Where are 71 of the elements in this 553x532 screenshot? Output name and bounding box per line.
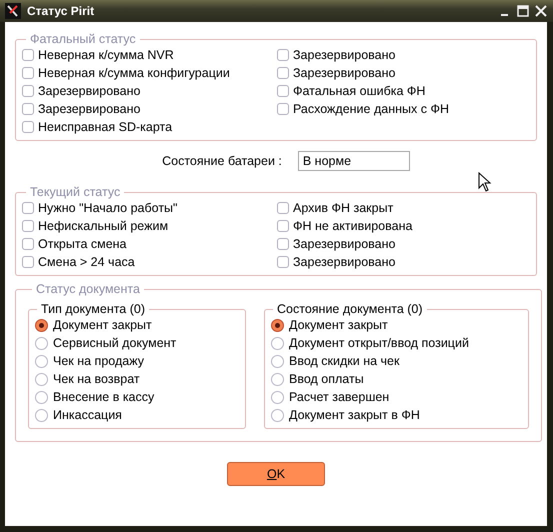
radio-button[interactable] — [35, 336, 48, 350]
ok-button[interactable]: OK — [227, 462, 325, 486]
checkbox[interactable] — [22, 220, 34, 232]
checkbox-label: Неверная к/сумма NVR — [38, 48, 174, 62]
group-title: Состояние документа (0) — [276, 302, 424, 316]
group-title: Фатальный статус — [29, 32, 137, 46]
checkbox-label: Смена > 24 часа — [38, 255, 135, 269]
checkbox[interactable] — [22, 256, 34, 268]
radio-label: Расчет завершен — [289, 390, 390, 404]
checkbox-label: Открыта смена — [38, 237, 127, 251]
checkbox[interactable] — [22, 202, 34, 214]
radio-button[interactable] — [35, 372, 48, 386]
radio-button[interactable] — [271, 408, 284, 422]
radio-label: Инкассация — [53, 408, 122, 422]
radio-button[interactable] — [271, 390, 284, 404]
checkbox[interactable] — [277, 103, 289, 115]
cursor-icon — [478, 172, 492, 192]
radio-button[interactable] — [271, 354, 284, 368]
checkbox[interactable] — [22, 85, 34, 97]
checkbox[interactable] — [277, 49, 289, 61]
checkbox[interactable] — [277, 67, 289, 79]
radio-label: Документ закрыт в ФН — [289, 408, 420, 422]
radio-label: Ввод оплаты — [289, 372, 364, 386]
checkbox-label: Нужно "Начало работы" — [38, 201, 178, 215]
checkbox-label: Зарезервировано — [293, 66, 396, 80]
radio-button[interactable] — [271, 336, 284, 350]
checkbox-label: Зарезервировано — [293, 237, 396, 251]
radio-label: Чек на возврат — [53, 372, 140, 386]
radio-button[interactable] — [35, 318, 48, 332]
checkbox[interactable] — [277, 238, 289, 250]
field-label: Состояние батареи : — [162, 154, 282, 168]
close-icon[interactable] — [535, 5, 547, 17]
checkbox[interactable] — [277, 202, 289, 214]
checkbox[interactable] — [277, 220, 289, 232]
checkbox[interactable] — [22, 49, 34, 61]
checkbox-label: Зарезервировано — [38, 84, 140, 98]
tools-icon — [5, 3, 21, 19]
checkbox-label: Архив ФН закрыт — [293, 201, 394, 215]
radio-label: Документ открыт/ввод позиций — [289, 336, 469, 350]
radio-label: Документ закрыт — [289, 318, 388, 332]
checkbox-label: Зарезервировано — [38, 102, 140, 116]
radio-label: Ввод скидки на чек — [289, 354, 400, 368]
checkbox[interactable] — [22, 238, 34, 250]
group-title: Статус документа — [35, 282, 141, 296]
radio-label: Внесение в кассу — [53, 390, 154, 404]
checkbox-label: Зарезервировано — [293, 255, 396, 269]
checkbox-label: Зарезервировано — [293, 48, 396, 62]
checkbox[interactable] — [22, 121, 34, 133]
radio-label: Чек на продажу — [53, 354, 144, 368]
checkbox[interactable] — [22, 103, 34, 115]
checkbox[interactable] — [22, 67, 34, 79]
maximize-icon[interactable] — [517, 5, 529, 17]
checkbox[interactable] — [277, 85, 289, 97]
radio-button[interactable] — [35, 408, 48, 422]
window-title: Статус Pirit — [27, 4, 96, 18]
radio-button[interactable] — [35, 354, 48, 368]
checkbox-label: Неисправная SD-карта — [38, 120, 172, 134]
checkbox[interactable] — [277, 256, 289, 268]
checkbox-label: ФН не активирована — [293, 219, 412, 233]
checkbox-label: Фатальная ошибка ФН — [293, 84, 426, 98]
battery-field[interactable]: В норме — [298, 151, 410, 171]
radio-label: Документ закрыт — [53, 318, 152, 332]
radio-button[interactable] — [271, 372, 284, 386]
group-title: Тип документа (0) — [40, 302, 146, 316]
checkbox-label: Неверная к/сумма конфигурации — [38, 66, 230, 80]
checkbox-label: Расхождение данных с ФН — [293, 102, 449, 116]
checkbox-label: Нефискальный режим — [38, 219, 168, 233]
radio-button[interactable] — [271, 318, 284, 332]
radio-button[interactable] — [35, 390, 48, 404]
group-title: Текущий статус — [29, 185, 122, 199]
radio-label: Сервисный документ — [53, 336, 176, 350]
